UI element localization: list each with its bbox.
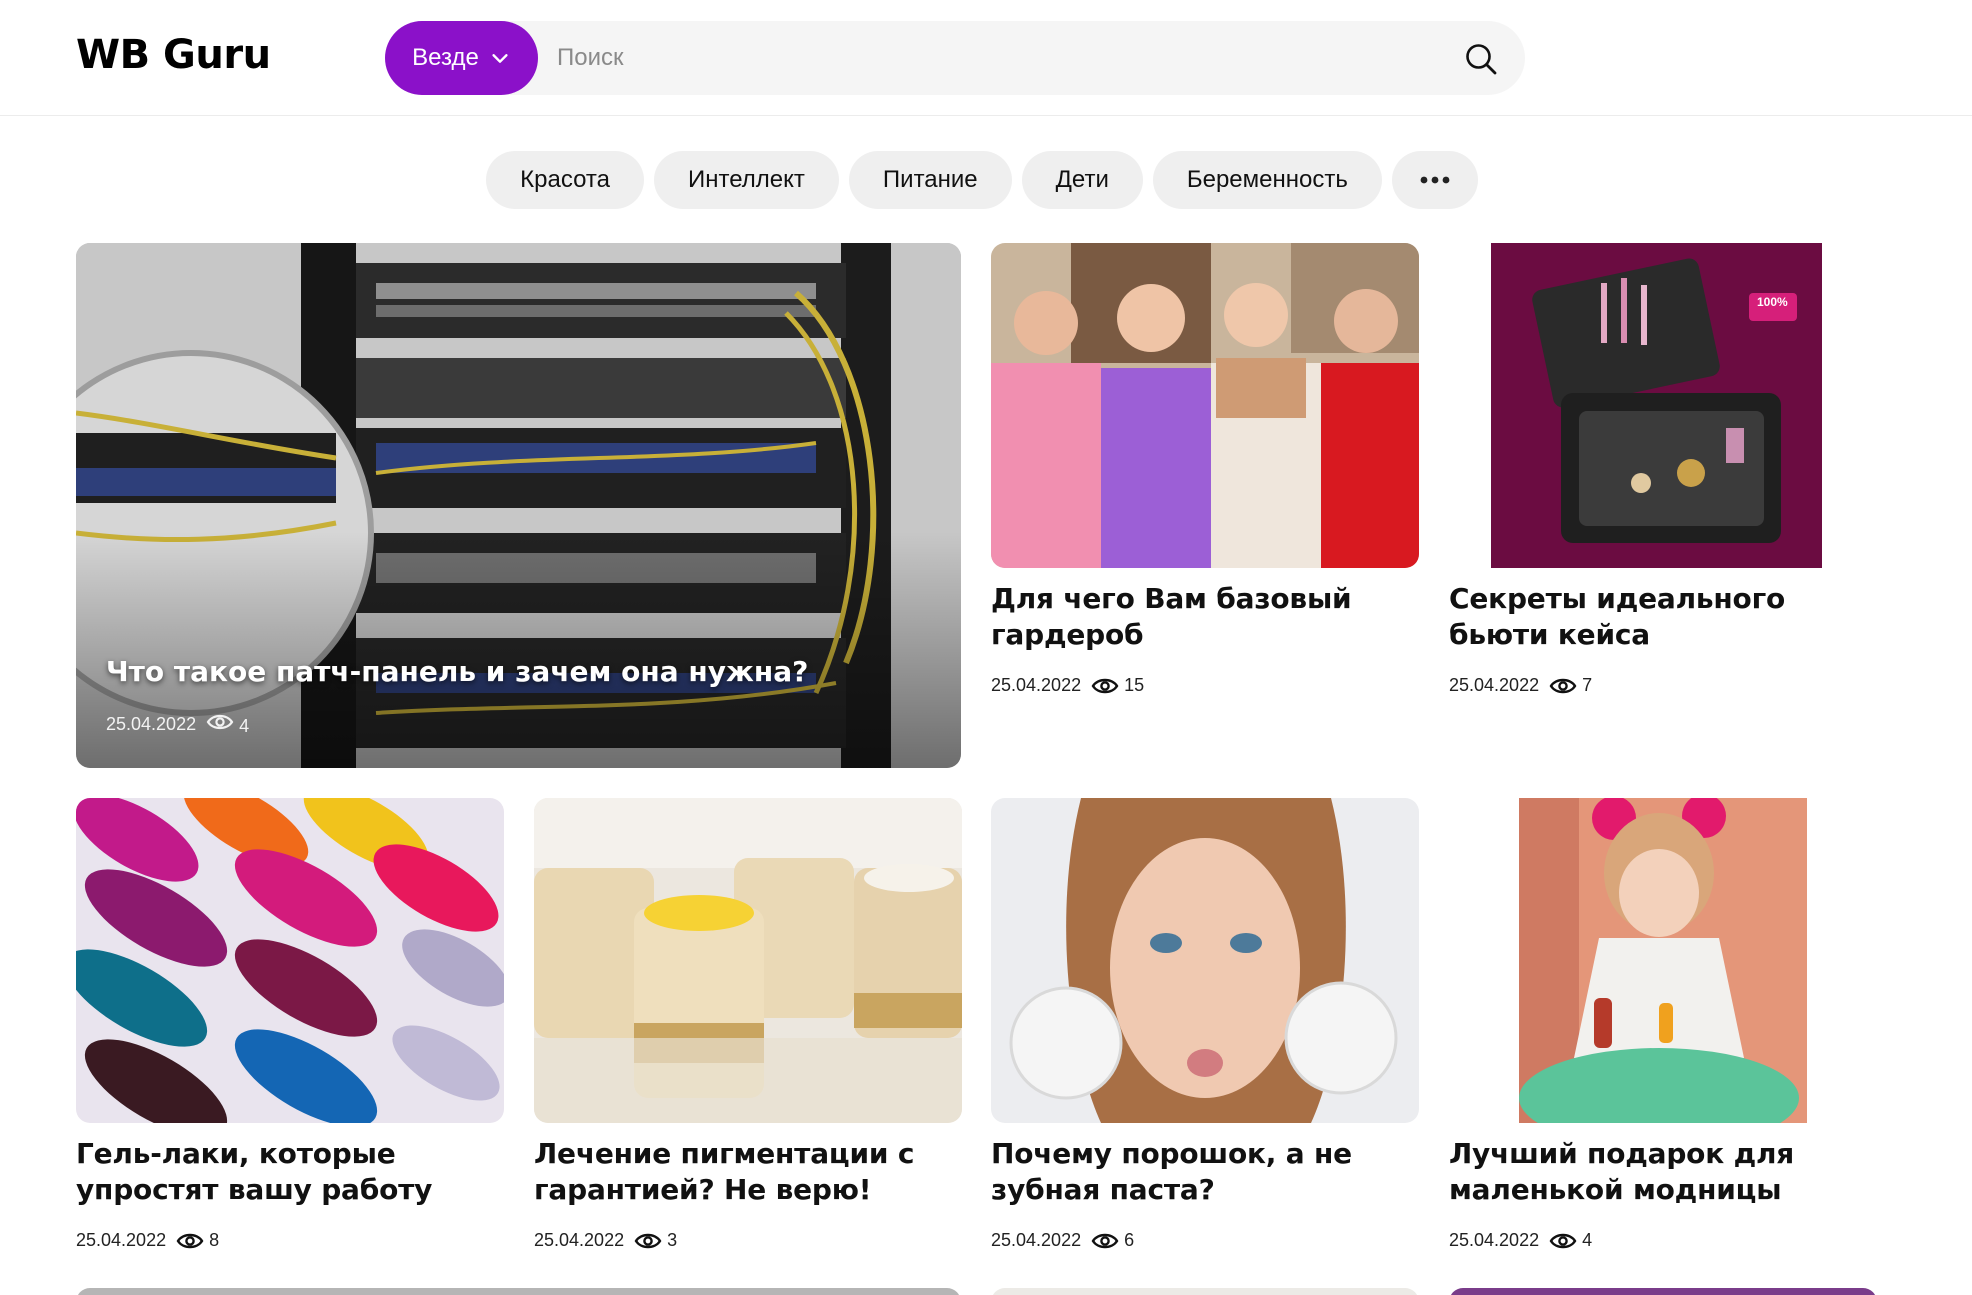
cosmetic-case-image — [1491, 243, 1822, 568]
search-input[interactable] — [557, 21, 1417, 95]
article-views-count: 7 — [1582, 675, 1593, 695]
article-title[interactable]: Почему порошок, а не зубная паста? — [991, 1136, 1419, 1208]
article-date: 25.04.2022 — [1449, 1230, 1540, 1250]
article-image — [1519, 798, 1807, 1123]
article-meta: 25.04.2022 3 — [534, 1230, 677, 1251]
site-header: WB Guru Везде — [0, 0, 1972, 116]
search-scope-label: Везде — [412, 44, 479, 71]
nail-polish-image — [76, 798, 504, 1123]
article-image: 100% — [1491, 243, 1822, 568]
category-chip-nutrition[interactable]: Питание — [848, 151, 1012, 209]
article-views: 15 — [1091, 675, 1144, 696]
article-image — [991, 798, 1419, 1123]
women-hoodies-image — [991, 243, 1419, 568]
server-rack-image — [76, 243, 961, 768]
eye-icon — [1549, 678, 1577, 693]
article-meta: 25.04.2022 4 — [106, 712, 249, 737]
article-meta: 25.04.2022 8 — [76, 1230, 219, 1251]
article-title[interactable]: Что такое патч-панель и зачем она нужна? — [106, 655, 808, 688]
article-views: 6 — [1091, 1230, 1134, 1251]
eye-icon — [1091, 1233, 1119, 1248]
search-scope-dropdown[interactable]: Везде — [385, 21, 538, 95]
chevron-down-icon — [492, 54, 508, 63]
eye-icon — [634, 1233, 662, 1248]
article-title[interactable]: Гель-лаки, которые упростят вашу работу — [76, 1136, 516, 1208]
article-title[interactable]: Лечение пигментации с гарантией? Не верю… — [534, 1136, 962, 1208]
article-card-partial[interactable] — [1449, 1288, 1877, 1295]
article-card-partial[interactable] — [76, 1288, 961, 1295]
more-dots-icon — [1420, 176, 1450, 184]
eye-icon — [206, 714, 234, 730]
article-card[interactable]: Лучший подарок для маленькой модницы 25.… — [1449, 798, 1877, 1258]
eye-icon — [176, 1233, 204, 1248]
site-logo[interactable]: WB Guru — [76, 32, 271, 78]
article-date: 25.04.2022 — [991, 1230, 1082, 1250]
article-views: 3 — [634, 1230, 677, 1251]
article-views-count: 8 — [209, 1230, 220, 1250]
search-bar: Везде — [385, 21, 1525, 95]
article-views-count: 4 — [239, 716, 250, 736]
category-chip-kids[interactable]: Дети — [1021, 151, 1143, 209]
cream-jars-image — [534, 798, 962, 1123]
eye-icon — [1549, 1233, 1577, 1248]
article-card-featured[interactable]: Что такое патч-панель и зачем она нужна?… — [76, 243, 961, 768]
article-card[interactable]: Для чего Вам базовый гардероб 25.04.2022… — [991, 243, 1419, 703]
search-icon[interactable] — [1463, 41, 1499, 77]
article-views-count: 4 — [1582, 1230, 1593, 1250]
category-chip-beauty[interactable]: Красота — [486, 151, 644, 209]
article-date: 25.04.2022 — [991, 675, 1082, 695]
article-title[interactable]: Для чего Вам базовый гардероб — [991, 581, 1419, 653]
article-date: 25.04.2022 — [106, 714, 197, 734]
category-chip-intellect[interactable]: Интеллект — [654, 151, 839, 209]
article-meta: 25.04.2022 6 — [991, 1230, 1134, 1251]
article-card[interactable]: Почему порошок, а не зубная паста? 25.04… — [991, 798, 1419, 1258]
article-card-partial[interactable] — [991, 1288, 1419, 1295]
article-date: 25.04.2022 — [1449, 675, 1540, 695]
little-girl-image — [1519, 798, 1807, 1123]
article-views: 7 — [1549, 675, 1592, 696]
article-meta: 25.04.2022 15 — [991, 675, 1144, 696]
article-views: 4 — [206, 712, 249, 737]
article-card[interactable]: Гель-лаки, которые упростят вашу работу … — [76, 798, 504, 1258]
category-chip-pregnancy[interactable]: Беременность — [1152, 151, 1382, 209]
article-title[interactable]: Секреты идеального бьюти кейса — [1449, 581, 1877, 653]
article-date: 25.04.2022 — [76, 1230, 167, 1250]
article-image — [534, 798, 962, 1123]
woman-tooth-powder-image — [991, 798, 1419, 1123]
article-views-count: 15 — [1124, 675, 1145, 695]
article-image — [991, 243, 1419, 568]
article-meta: 25.04.2022 7 — [1449, 675, 1592, 696]
eye-icon — [1091, 678, 1119, 693]
article-image — [76, 243, 961, 768]
article-views-count: 3 — [667, 1230, 678, 1250]
article-date: 25.04.2022 — [534, 1230, 625, 1250]
more-categories-button[interactable] — [1391, 151, 1478, 209]
article-card[interactable]: Лечение пигментации с гарантией? Не верю… — [534, 798, 962, 1258]
article-views: 8 — [176, 1230, 219, 1251]
category-chips: Красота Интеллект Питание Дети Беременно… — [0, 151, 1972, 209]
article-views: 4 — [1549, 1230, 1592, 1251]
quality-badge: 100% — [1757, 295, 1788, 309]
article-card[interactable]: 100% Секреты идеального бьюти кейса 25.0… — [1449, 243, 1877, 703]
article-meta: 25.04.2022 4 — [1449, 1230, 1592, 1251]
article-views-count: 6 — [1124, 1230, 1135, 1250]
article-image — [76, 798, 504, 1123]
article-title[interactable]: Лучший подарок для маленькой модницы — [1449, 1136, 1877, 1208]
